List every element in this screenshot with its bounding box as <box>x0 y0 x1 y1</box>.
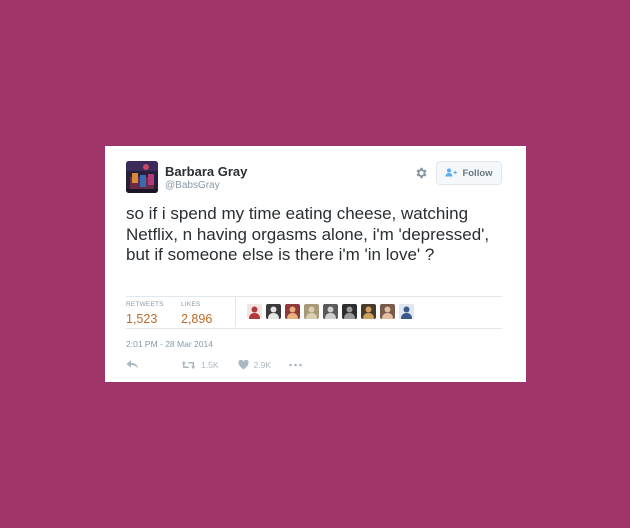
more-icon <box>289 363 302 366</box>
retweet-button[interactable]: 1.5K <box>181 360 219 370</box>
retweets-label: RETWEETS <box>126 301 164 308</box>
avatar[interactable] <box>126 161 158 193</box>
retweet-icon <box>181 360 196 369</box>
tweet-actions: 1.5K 2.9K <box>126 359 302 370</box>
retweets-count: 1,523 <box>126 312 158 326</box>
liker-avatar[interactable] <box>247 304 262 319</box>
stats-separator <box>235 297 236 327</box>
gear-icon[interactable] <box>414 166 428 180</box>
likes-label: LIKES <box>181 301 201 308</box>
liker-avatar[interactable] <box>304 304 319 319</box>
liker-avatar[interactable] <box>361 304 376 319</box>
likers-row <box>247 304 414 319</box>
likes-stat[interactable]: LIKES 2,896 <box>181 301 212 326</box>
timestamp[interactable]: 2:01 PM - 28 Mar 2014 <box>126 339 213 349</box>
tweet-card: Barbara Gray @BabsGray Follow so if i sp… <box>105 146 526 382</box>
reply-button[interactable] <box>126 359 139 370</box>
liker-avatar[interactable] <box>399 304 414 319</box>
likes-count: 2,896 <box>181 312 213 326</box>
divider <box>126 296 502 297</box>
liker-avatar[interactable] <box>323 304 338 319</box>
liker-avatar[interactable] <box>380 304 395 319</box>
retweets-stat[interactable]: RETWEETS 1,523 <box>126 301 164 326</box>
retweet-count: 1.5K <box>201 359 219 370</box>
like-button[interactable]: 2.9K <box>237 359 272 370</box>
author-name[interactable]: Barbara Gray <box>165 164 247 179</box>
like-count: 2.9K <box>253 359 272 370</box>
author-handle[interactable]: @BabsGray <box>165 180 220 191</box>
reply-icon <box>126 360 139 369</box>
more-button[interactable] <box>289 363 302 367</box>
follow-button[interactable]: Follow <box>436 161 502 185</box>
heart-icon <box>237 359 249 370</box>
divider <box>126 328 502 329</box>
add-user-icon <box>445 168 458 177</box>
liker-avatar[interactable] <box>266 304 281 319</box>
tweet-text: so if i spend my time eating cheese, wat… <box>126 204 490 264</box>
follow-label: Follow <box>462 167 493 179</box>
liker-avatar[interactable] <box>342 304 357 319</box>
liker-avatar[interactable] <box>285 304 300 319</box>
